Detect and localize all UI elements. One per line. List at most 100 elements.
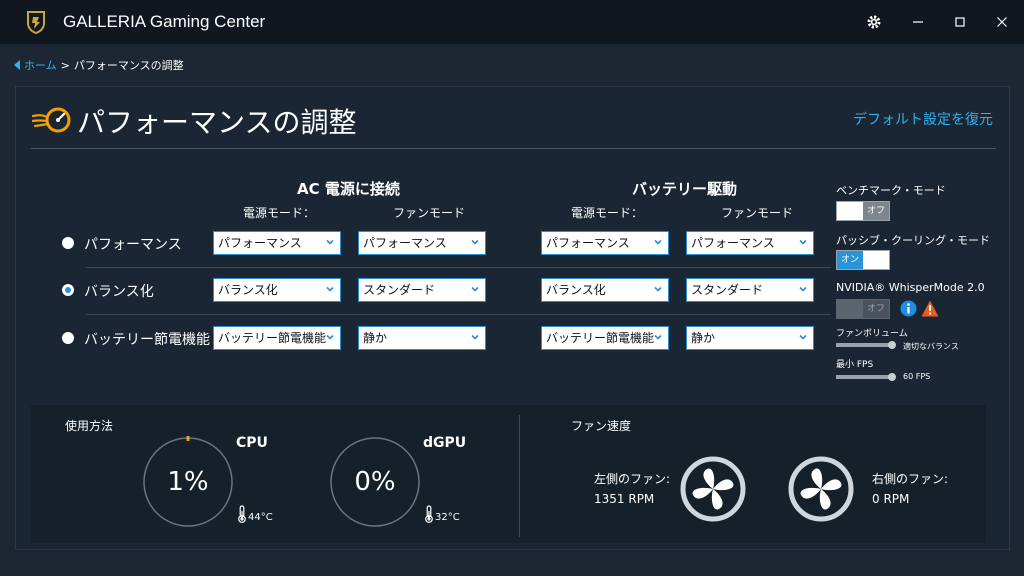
chevron-down-icon — [471, 239, 479, 245]
ac-power-mode-select[interactable]: バッテリー節電機能 — [213, 326, 341, 350]
chevron-down-icon — [799, 286, 807, 292]
chevron-down-icon — [326, 286, 334, 292]
battery-fan-mode-select[interactable]: 静か — [686, 326, 814, 350]
right-fan-label: 右側のファン: — [872, 472, 949, 486]
profile-label: バッテリー節電機能 — [84, 332, 210, 348]
info-icon[interactable] — [900, 300, 917, 317]
section-divider — [519, 415, 520, 537]
performance-panel: パフォーマンスの調整 デフォルト設定を復元 AC 電源に接続 電源モード： ファ… — [15, 86, 1010, 550]
fan-volume-slider[interactable] — [836, 341, 896, 349]
gpu-usage-value: 0% — [354, 467, 396, 497]
left-fan-info: 左側のファン: 1351 RPM — [594, 469, 670, 509]
toggle-state-text: オフ — [863, 202, 889, 220]
breadcrumb-current: パフォーマンスの調整 — [73, 59, 184, 72]
fan-speed-title: ファン速度 — [571, 419, 632, 433]
speed-gauge-icon — [32, 107, 71, 133]
left-fan-rpm: 1351 RPM — [594, 492, 655, 506]
ac-fan-mode-header: ファンモード — [393, 206, 466, 220]
profile-label: バランス化 — [84, 284, 154, 300]
close-button[interactable] — [990, 10, 1014, 34]
title-bar: GALLERIA Gaming Center — [0, 0, 1024, 44]
cpu-usage-value: 1% — [167, 467, 209, 497]
chevron-down-icon — [326, 239, 334, 245]
ac-fan-mode-select[interactable]: 静か — [358, 326, 486, 350]
battery-fan-mode-select[interactable]: パフォーマンス — [686, 231, 814, 255]
ac-power-mode-select[interactable]: パフォーマンス — [213, 231, 341, 255]
slider-knob[interactable] — [888, 341, 896, 349]
breadcrumb-home-link[interactable]: ホーム — [24, 57, 57, 73]
thermometer-icon — [425, 505, 433, 523]
right-fan-rpm: 0 RPM — [872, 492, 910, 506]
chevron-down-icon — [471, 286, 479, 292]
gpu-temp-value: 32°C — [435, 512, 460, 523]
min-fps-slider[interactable] — [836, 373, 896, 381]
battery-fan-mode-select[interactable]: スタンダード — [686, 278, 814, 302]
chevron-down-icon — [654, 239, 662, 245]
breadcrumb-separator: > — [60, 58, 70, 72]
profile-radio[interactable] — [62, 332, 74, 344]
passive-cooling-label: パッシブ・クーリング・モード — [836, 234, 990, 247]
chevron-down-icon — [654, 286, 662, 292]
fan-volume-value: 適切なバランス — [903, 342, 959, 351]
chevron-down-icon — [799, 334, 807, 340]
usage-title: 使用方法 — [65, 419, 114, 433]
page-title: パフォーマンスの調整 — [77, 106, 357, 139]
restore-default-link[interactable]: デフォルト設定を復元 — [853, 109, 993, 129]
whisper-mode-label: NVIDIA® WhisperMode 2.0 — [836, 281, 985, 294]
cpu-temp-value: 44°C — [248, 512, 273, 523]
ac-power-mode-header: 電源モード： — [243, 206, 316, 220]
passive-cooling-toggle[interactable]: オン — [836, 250, 890, 270]
title-divider — [31, 148, 996, 149]
chevron-down-icon — [799, 239, 807, 245]
benchmark-mode-label: ベンチマーク・モード — [836, 184, 946, 197]
right-fan-info: 右側のファン: 0 RPM — [872, 469, 948, 509]
gpu-label: dGPU — [423, 435, 467, 451]
ac-power-header: AC 電源に接続 — [297, 180, 400, 198]
cpu-label: CPU — [236, 435, 268, 451]
benchmark-mode-toggle[interactable]: オフ — [836, 201, 890, 221]
settings-button[interactable] — [862, 10, 886, 34]
right-fan-icon — [788, 456, 854, 522]
maximize-button[interactable] — [948, 10, 972, 34]
row-divider — [86, 314, 831, 315]
left-fan-icon — [680, 456, 746, 522]
battery-power-mode-header: 電源モード： — [571, 206, 644, 220]
cpu-temp: 44°C — [237, 505, 273, 523]
profile-radio[interactable] — [62, 284, 74, 296]
chevron-down-icon — [654, 334, 662, 340]
ac-fan-mode-select[interactable]: スタンダード — [358, 278, 486, 302]
cpu-gauge-marker — [186, 436, 190, 441]
fan-volume-label: ファンボリューム — [836, 329, 908, 339]
battery-fan-mode-header: ファンモード — [721, 206, 794, 220]
ac-fan-mode-select[interactable]: パフォーマンス — [358, 231, 486, 255]
min-fps-label: 最小 FPS — [836, 360, 874, 370]
app-title: GALLERIA Gaming Center — [63, 12, 266, 31]
chevron-down-icon — [326, 334, 334, 340]
battery-power-mode-select[interactable]: パフォーマンス — [541, 231, 669, 255]
battery-power-mode-select[interactable]: バランス化 — [541, 278, 669, 302]
min-fps-value: 60 FPS — [903, 372, 931, 381]
toggle-state-text: オフ — [863, 300, 889, 318]
maximize-icon — [955, 17, 965, 27]
warning-icon — [921, 300, 939, 317]
minimize-icon — [913, 21, 923, 23]
status-section: 使用方法 1% CPU 44°C 0% dGPU 32°C ファン速度 左側のフ… — [31, 405, 986, 543]
battery-header: バッテリー駆動 — [632, 180, 738, 198]
slider-knob[interactable] — [888, 373, 896, 381]
back-arrow-icon[interactable] — [14, 60, 20, 70]
minimize-button[interactable] — [906, 10, 930, 34]
breadcrumb: ホーム > パフォーマンスの調整 — [14, 57, 184, 73]
profile-label: パフォーマンス — [84, 237, 182, 253]
gear-icon — [867, 15, 881, 29]
galleria-logo-icon — [27, 11, 45, 34]
whisper-mode-toggle[interactable]: オフ — [836, 299, 890, 319]
thermometer-icon — [238, 505, 246, 523]
close-icon — [997, 17, 1007, 27]
toggle-state-text: オン — [837, 251, 863, 269]
left-fan-label: 左側のファン: — [594, 472, 671, 486]
gpu-temp: 32°C — [424, 505, 460, 523]
battery-power-mode-select[interactable]: バッテリー節電機能 — [541, 326, 669, 350]
ac-power-mode-select[interactable]: バランス化 — [213, 278, 341, 302]
chevron-down-icon — [471, 334, 479, 340]
profile-radio[interactable] — [62, 237, 74, 249]
